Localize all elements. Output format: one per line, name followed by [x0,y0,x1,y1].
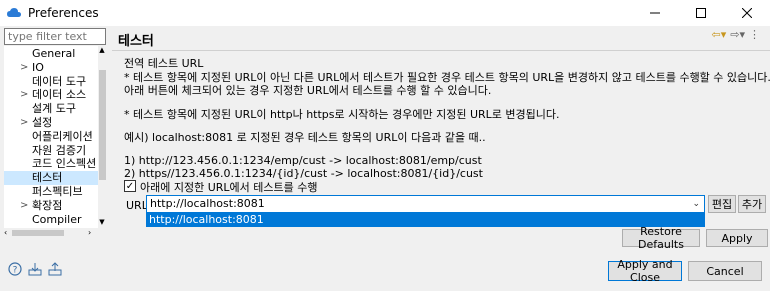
tree-item[interactable]: 코드 인스펙션 [4,157,98,171]
window-title: Preferences [28,6,99,20]
tree-item-label: 데이터 소스 [32,88,87,102]
title-separator [112,50,770,51]
tree-vertical-scrollbar[interactable]: ▲ ▼ [98,46,106,228]
maximize-icon [696,8,706,18]
close-icon [742,8,752,18]
view-menu-icon[interactable]: ⋮ [749,28,760,41]
tree-item[interactable]: 설계 도구 [4,102,98,116]
tree-item-label: 퍼스펙티브 [32,185,83,198]
expand-chevron-icon[interactable]: > [20,199,28,213]
description-line-3: * 테스트 항목에 지정된 URL이 http나 https로 시작하는 경우에… [124,108,560,121]
close-button[interactable] [724,0,770,26]
example-line-1: 1) http://123.456.0.1:1234/emp/cust -> l… [124,154,482,167]
chevron-down-icon[interactable]: ⌄ [692,196,700,212]
tree-item-label: 자원 검증기 [32,143,87,157]
tree-item-label: General [32,47,76,60]
tree-item-label: 설정 [32,116,53,129]
preference-tree: General > IO 데이터 도구 > 데이터 소스 설계 도구 > 설정 어플리케이션 자원 … [4,46,106,238]
tree-item[interactable]: 테스터 [4,171,98,186]
cancel-button[interactable]: Cancel [688,261,762,281]
page-title: 테스터 [118,34,154,49]
description-line-2: 아래 버튼에 체크되어 있는 경우 지정한 URL에서 테스트를 수행 할 수 … [124,84,492,97]
scroll-right-icon[interactable]: › [88,228,91,237]
tree-item[interactable]: > 확장점 [4,199,98,213]
tree-item[interactable]: 데이터 도구 [4,75,98,89]
apply-and-close-button[interactable]: Apply and Close [608,258,682,284]
scroll-left-icon[interactable]: ‹ [4,228,7,237]
title-bar: Preferences [0,0,770,26]
checkbox-label: 아래에 지정한 URL에서 테스트를 수행 [140,181,318,194]
export-icon[interactable] [48,262,62,276]
tree-item[interactable]: 어플리케이션 [4,130,98,144]
tree-item-label: 데이터 도구 [32,74,87,88]
tree-item-label: Compiler [32,212,82,226]
tree-item-label: 확장점 [32,198,63,212]
expand-chevron-icon[interactable]: > [20,116,28,130]
help-icon[interactable]: ? [8,262,22,276]
svg-text:?: ? [13,266,18,276]
forward-arrow-icon[interactable]: ⇨▾ [730,28,745,41]
filter-input[interactable] [4,28,106,45]
url-combo[interactable]: http://localhost:8081 ⌄ [146,195,705,213]
tree-scroll-thumb[interactable] [99,70,106,180]
minimize-button[interactable] [632,0,678,26]
bottom-toolbar: ? [8,262,62,276]
tree-item-label: 코드 인스펙션 [32,157,97,171]
tree-item[interactable]: > 설정 [4,116,98,130]
tree-item-label: 테스터 [32,171,63,185]
tree-hscroll-thumb[interactable] [12,230,64,236]
tree-horizontal-scrollbar[interactable]: ‹ › [4,228,106,238]
description-line-4: 예시) localhost:8081 로 지정된 경우 테스트 항목의 URL이… [124,131,486,144]
tree-item[interactable]: General [4,47,98,61]
page-navigation: ⇦▾ ⇨▾ ⋮ [712,28,761,41]
maximize-button[interactable] [678,0,724,26]
url-dropdown-option[interactable]: http://localhost:8081 [146,213,705,227]
app-icon [7,8,21,17]
url-combo-value: http://localhost:8081 [150,197,265,210]
restore-defaults-button[interactable]: Restore Defaults [622,225,700,251]
preference-page: 테스터 ⇦▾ ⇨▾ ⋮ 전역 테스트 URL * 테스트 항목에 지정된 URL… [112,26,770,256]
import-icon[interactable] [28,262,42,276]
expand-chevron-icon[interactable]: > [20,61,28,75]
expand-chevron-icon[interactable]: > [20,88,28,102]
scroll-down-icon[interactable]: ▼ [98,218,106,228]
tree-item[interactable]: Compiler [4,213,98,227]
use-global-url-checkbox[interactable]: ✓ [124,180,136,192]
tree-item-label: 어플리케이션 [32,129,93,143]
minimize-icon [650,12,660,14]
back-arrow-icon[interactable]: ⇦▾ [712,28,727,41]
tree-item-label: IO [32,60,44,74]
tree-item[interactable]: 퍼스펙티브 [4,185,98,199]
apply-button[interactable]: Apply [706,229,768,247]
edit-button[interactable]: 편집 [708,195,736,213]
checkmark-icon: ✓ [125,180,135,192]
tree-item[interactable]: > IO [4,61,98,75]
tree-item[interactable]: > 데이터 소스 [4,88,98,102]
add-button[interactable]: 추가 [738,195,766,213]
scroll-up-icon[interactable]: ▲ [98,46,106,56]
tree-item-label: 설계 도구 [32,102,76,116]
tree-item[interactable]: 자원 검증기 [4,144,98,158]
